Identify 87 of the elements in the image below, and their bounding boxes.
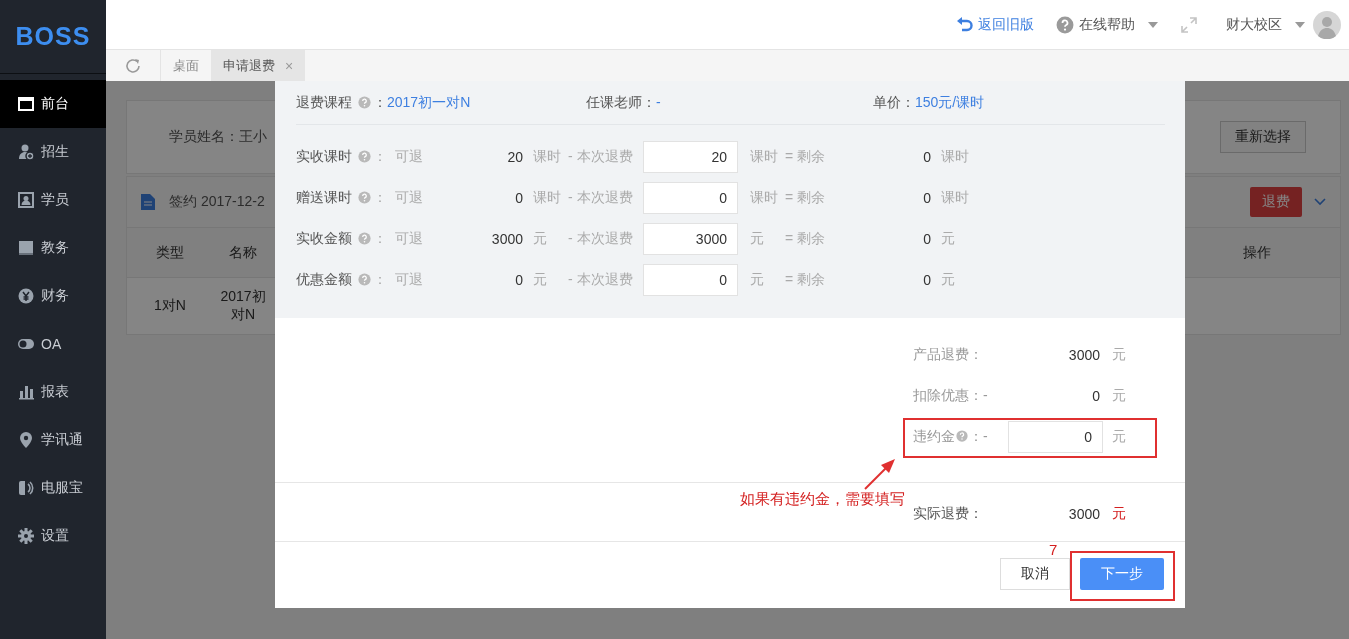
remaining-value: 0 [922,189,931,206]
unit-label: 课时 [532,147,562,166]
unit-label: 元 [1111,345,1127,364]
course-value: 2017初一对N [387,93,471,110]
refundable-value: 0 [514,271,523,288]
teacher-label: 任课老师： [586,93,656,110]
refundable-value: 3000 [490,230,523,247]
refund-label: - 本次退费 [568,270,634,289]
unit-label: 元 [1111,386,1127,405]
campus-menu[interactable]: 财大校区 [1226,15,1305,34]
refundable-value: 0 [514,189,523,206]
field-label: 赠送课时 [296,188,352,205]
column-header: 类型 [155,243,185,262]
remaining-label: = 剩余 [785,188,827,207]
tab[interactable]: 申请退费 × [211,50,306,81]
column-header: 名称 [228,243,258,262]
colon: ：- [969,427,988,444]
step-number: 7 [1049,542,1058,558]
input-field[interactable]: 3000 [643,222,738,255]
cancel-button[interactable]: 取消 [1000,558,1070,590]
refund-label: - 本次退费 [568,188,634,207]
student-name-label: 学员姓名：王小 [169,128,267,146]
total-label: 实际退费： [913,504,984,523]
field-label: 优惠金额 [296,270,352,287]
unit-label: 元 [940,229,956,248]
summary-label: 产品退费： [913,345,984,364]
refundable-label: ： 可退 [373,147,423,164]
unit-label: 元 [749,229,765,248]
unit-label: 元 [1111,427,1127,446]
remaining-value: 0 [922,230,931,247]
refund-label: - 本次退费 [568,147,634,166]
unit-label: 课时 [749,147,779,166]
summary-value: 3000 [1067,346,1100,363]
field-label: 实收课时 [296,147,352,164]
back-link[interactable]: 返回旧版 [956,15,1034,34]
unit-label: 课时 [940,147,970,166]
sidebar-item[interactable]: 电服宝 [0,464,106,512]
price-label: 单价： [873,93,915,110]
reselect-button[interactable]: 重新选择 [1220,121,1306,153]
unit-label: 课时 [749,188,779,207]
sidebar-item[interactable]: 学讯通 [0,416,106,464]
penalty-label: 违约金 [913,427,955,444]
refund-label: - 本次退费 [568,229,634,248]
colon: ： [373,93,387,110]
refundable-value: 20 [506,148,523,165]
input-field[interactable]: 20 [643,140,738,173]
unit-label: 元 [1111,504,1127,523]
annotation-note: 如果有违约金，需要填写 [740,490,905,509]
sidebar-item[interactable]: 设置 [0,512,106,560]
remaining-label: = 剩余 [785,270,827,289]
unit-label: 元 [532,270,548,289]
tab[interactable]: 桌面 [161,50,211,81]
field-label: 实收金额 [296,229,352,246]
unit-label: 元 [532,229,548,248]
unit-label: 元 [749,270,765,289]
sidebar-item[interactable]: 报表 [0,368,106,416]
sidebar-item[interactable]: 财务 [0,272,106,320]
column-header: 操作 [1242,243,1272,262]
unit-label: 课时 [940,188,970,207]
sidebar-item[interactable]: 招生 [0,128,106,176]
sidebar-item[interactable]: OA [0,320,106,368]
price-value: 150元/课时 [915,93,985,110]
teacher-value: - [656,93,661,110]
sidebar-item[interactable]: 前台 [0,80,106,128]
remaining-value: 0 [922,271,931,288]
refundable-label: ： 可退 [373,270,423,287]
input-field[interactable]: 0 [643,263,738,296]
refundable-label: ： 可退 [373,229,423,246]
summary-value: 0 [1091,387,1100,404]
summary-label: 扣除优惠：- [913,386,989,405]
help-menu[interactable]: 在线帮助 [1056,15,1158,34]
total-value: 3000 [1067,505,1100,522]
input-field[interactable]: 0 [1008,420,1103,453]
input-field[interactable]: 0 [643,181,738,214]
sidebar-item[interactable]: 教务 [0,224,106,272]
logo: BOSS [15,22,91,51]
unit-label: 元 [940,270,956,289]
table-cell-text: 1对N [153,297,187,315]
unit-label: 课时 [532,188,562,207]
course-label: 退费课程 [296,93,352,110]
contract-title: 签约 2017-12-2 [169,193,265,211]
refundable-label: ： 可退 [373,188,423,205]
remaining-label: = 剩余 [785,147,827,166]
sidebar-item[interactable]: 学员 [0,176,106,224]
remaining-label: = 剩余 [785,229,827,248]
remaining-value: 0 [922,148,931,165]
table-cell-text: 2017初 对N [219,288,267,324]
